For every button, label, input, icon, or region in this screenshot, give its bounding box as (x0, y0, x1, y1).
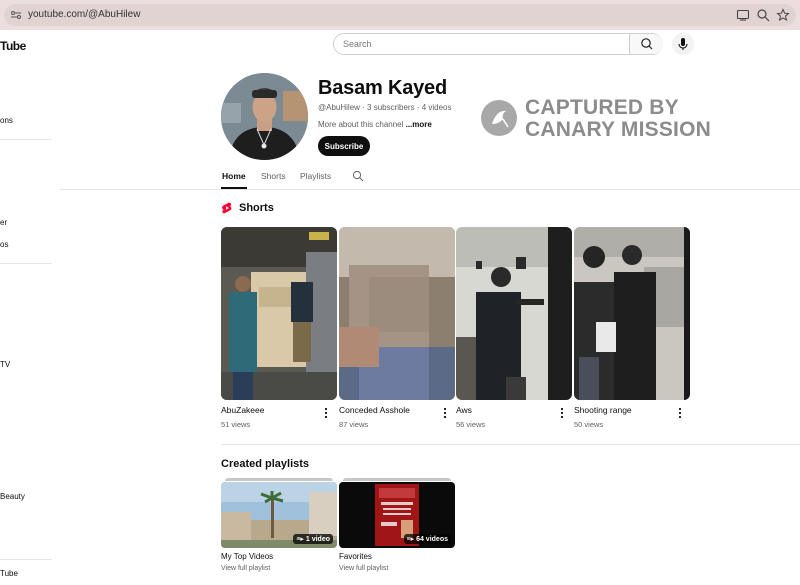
more-link[interactable]: ...more (406, 120, 432, 129)
canary-bird-icon (481, 100, 517, 136)
search-button[interactable] (629, 34, 663, 54)
url-field[interactable]: youtube.com/@AbuHilew (4, 4, 796, 26)
playlists-section-title: Created playlists (221, 458, 310, 470)
tabs-divider (60, 189, 800, 190)
channel-avatar[interactable] (221, 73, 308, 160)
short-views: 87 views (339, 420, 369, 429)
sidebar-item-youtube[interactable]: Tube (0, 569, 18, 578)
short-thumbnail[interactable] (574, 227, 690, 400)
channel-about-text[interactable]: More about this channel (318, 120, 406, 129)
more-options-icon[interactable] (676, 407, 684, 419)
playlist-title[interactable]: Favorites (339, 552, 372, 561)
watermark-line-1: CAPTURED BY (525, 96, 679, 119)
short-thumbnail[interactable] (339, 227, 455, 400)
browser-address-bar: youtube.com/@AbuHilew (0, 0, 800, 30)
more-options-icon[interactable] (322, 407, 330, 419)
microphone-icon (678, 38, 688, 50)
tab-shorts[interactable]: Shorts (261, 171, 286, 181)
tab-playlists[interactable]: Playlists (300, 171, 331, 181)
sidebar-item-your-videos[interactable]: os (0, 240, 8, 249)
voice-search-button[interactable] (672, 33, 694, 55)
sidebar-item-subscriptions[interactable]: ons (0, 116, 13, 125)
sidebar-divider (0, 139, 52, 140)
channel-about[interactable]: More about this channel ...more (318, 120, 432, 129)
section-divider (221, 444, 800, 445)
short-views: 50 views (574, 420, 604, 429)
short-thumbnail[interactable] (456, 227, 572, 400)
install-app-icon[interactable] (736, 8, 750, 22)
avatar-image (221, 73, 308, 160)
short-title[interactable]: Aws (456, 405, 472, 415)
short-image (339, 227, 455, 400)
playlist-count-badge: ≡▸ 64 videos (403, 534, 451, 544)
playlist-icon: ≡▸ (296, 536, 306, 543)
playlist-count: 64 videos (416, 536, 448, 543)
sidebar-divider (0, 263, 52, 264)
sidebar-divider (0, 559, 52, 560)
more-options-icon[interactable] (558, 407, 566, 419)
url-text[interactable]: youtube.com/@AbuHilew (28, 9, 140, 20)
shorts-icon (222, 202, 232, 214)
playlist-thumbnail[interactable]: ≡▸ 1 video (221, 482, 337, 548)
playlist-thumbnail[interactable]: ≡▸ 64 videos (339, 482, 455, 548)
sidebar-item-beauty[interactable]: Beauty (0, 492, 25, 501)
short-views: 56 views (456, 420, 486, 429)
subscribe-button[interactable]: Subscribe (318, 136, 370, 156)
shorts-section-title: Shorts (239, 202, 274, 214)
short-image (574, 227, 690, 400)
view-full-playlist-link[interactable]: View full playlist (339, 565, 388, 572)
playlist-icon: ≡▸ (406, 536, 417, 543)
youtube-logo[interactable]: Tube (0, 39, 26, 53)
tab-home[interactable]: Home (222, 171, 246, 181)
short-image (221, 227, 337, 400)
short-views: 51 views (221, 420, 251, 429)
search-icon (641, 38, 653, 50)
channel-search-icon[interactable] (352, 170, 364, 182)
search-box (333, 33, 663, 55)
watermark-line-2: CANARY MISSION (525, 118, 711, 141)
short-title[interactable]: Shooting range (574, 405, 632, 415)
bookmark-star-icon[interactable] (776, 8, 790, 22)
view-full-playlist-link[interactable]: View full playlist (221, 565, 270, 572)
channel-name: Basam Kayed (318, 77, 447, 99)
playlist-count-badge: ≡▸ 1 video (293, 534, 333, 544)
playlist-title[interactable]: My Top Videos (221, 552, 273, 561)
site-settings-icon[interactable] (10, 9, 22, 21)
channel-meta: @AbuHilew · 3 subscribers · 4 videos (318, 103, 452, 112)
playlist-stack-edge (343, 478, 451, 481)
short-title[interactable]: Conceded Asshole (339, 405, 410, 415)
search-input[interactable] (334, 34, 629, 54)
sidebar-item-watch-later[interactable]: er (0, 218, 7, 227)
short-title[interactable]: AbuZakeee (221, 405, 264, 415)
playlist-stack-edge (225, 478, 333, 481)
more-options-icon[interactable] (441, 407, 449, 419)
short-image (456, 227, 572, 400)
watermark-text: CAPTURED BY CANARY MISSION (525, 97, 711, 141)
canary-mission-watermark: CAPTURED BY CANARY MISSION (481, 97, 721, 143)
playlist-count: 1 video (305, 536, 330, 543)
short-thumbnail[interactable] (221, 227, 337, 400)
sidebar-item-tv[interactable]: TV (0, 360, 10, 369)
zoom-icon[interactable] (756, 8, 770, 22)
